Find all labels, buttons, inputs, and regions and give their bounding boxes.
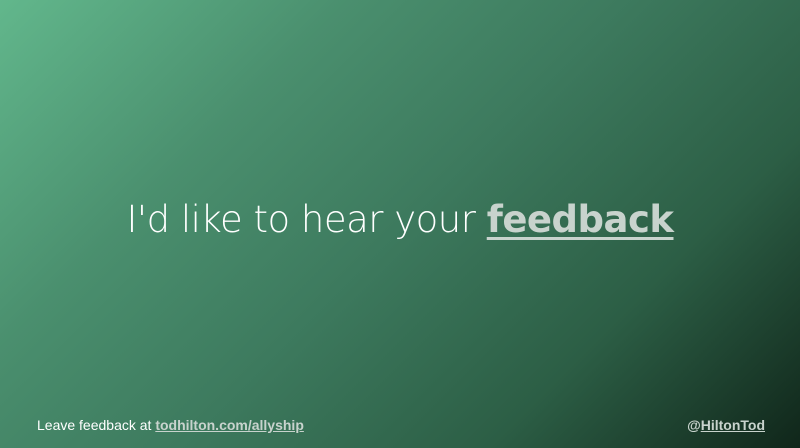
headline: I'd like to hear your feedback: [0, 198, 800, 241]
headline-text: I'd like to hear your: [126, 198, 487, 241]
allyship-link[interactable]: todhilton.com/allyship: [155, 417, 304, 433]
handle-at-sign: @: [687, 417, 701, 433]
footer-feedback-note: Leave feedback at todhilton.com/allyship: [37, 417, 304, 433]
footer-prefix-text: Leave feedback at: [37, 417, 156, 433]
handle-link[interactable]: HiltonTod: [701, 417, 765, 433]
twitter-handle: @HiltonTod: [687, 417, 765, 433]
slide: I'd like to hear your feedback Leave fee…: [0, 0, 800, 448]
feedback-link[interactable]: feedback: [487, 198, 674, 241]
